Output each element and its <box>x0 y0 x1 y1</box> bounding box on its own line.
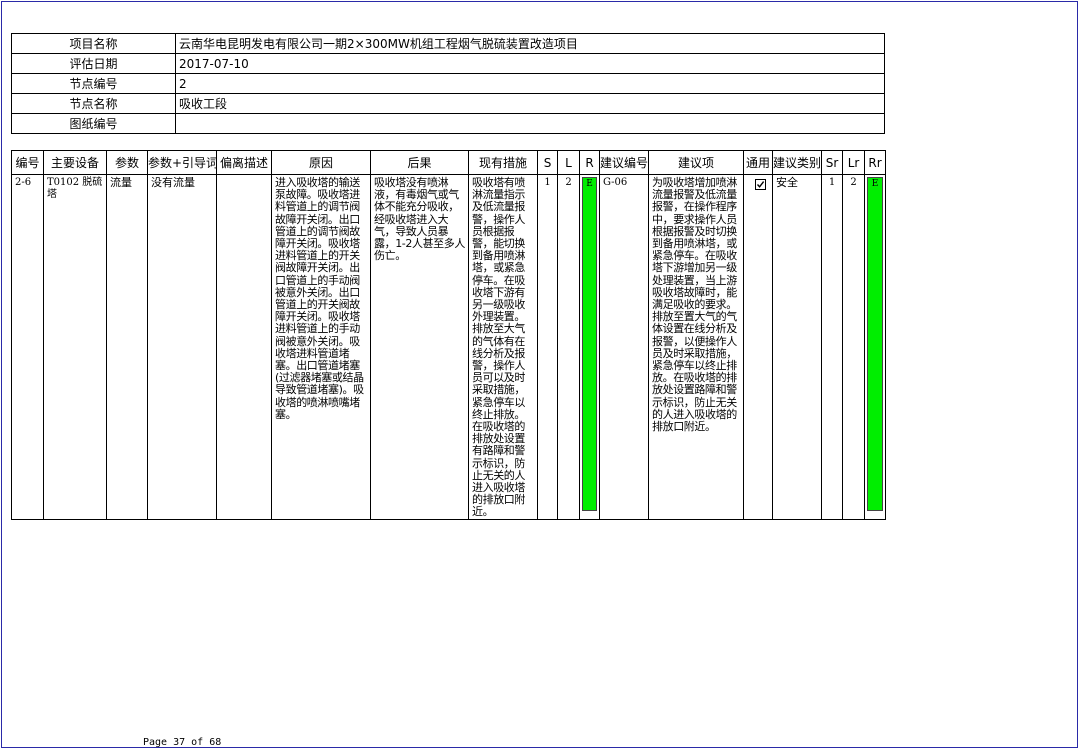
page-number: Page 37 of 68 <box>143 737 222 748</box>
cell-l: 2 <box>557 174 580 520</box>
col-header: 现有措施 <box>468 150 538 175</box>
col-header: 偏离描述 <box>216 150 272 175</box>
cell-sr: 1 <box>821 174 843 520</box>
info-value: 吸收工段 <box>175 93 885 114</box>
risk-level-badge: E <box>582 177 597 511</box>
table-row: 2-6 T0102 脱硫塔 流量 没有流量 进入吸收塔的输送泵故障。吸收塔进料管… <box>11 174 886 520</box>
col-header: Rr <box>864 150 886 175</box>
cell-guideword: 没有流量 <box>147 174 217 520</box>
cell-s: 1 <box>537 174 558 520</box>
info-row-node-number: 节点编号 2 <box>11 73 885 94</box>
col-header: L <box>557 150 580 175</box>
info-label: 评估日期 <box>11 53 176 74</box>
info-label: 图纸编号 <box>11 113 176 134</box>
cell-rr: E <box>864 174 886 520</box>
col-header: 主要设备 <box>43 150 107 175</box>
cell-measures: 吸收塔有喷淋流量指示及低流量报警，操作人员根据报警，能切换到备用喷淋塔，或紧急停… <box>468 174 538 520</box>
col-header: 建议编号 <box>599 150 649 175</box>
cell-r: E <box>579 174 600 520</box>
hazop-table: 编号 主要设备 参数 参数+引导词 偏离描述 原因 后果 现有措施 S L R … <box>11 150 886 520</box>
col-header: 原因 <box>271 150 371 175</box>
info-row-date: 评估日期 2017-07-10 <box>11 53 885 74</box>
col-header: 参数 <box>106 150 148 175</box>
info-label: 节点编号 <box>11 73 176 94</box>
info-label: 项目名称 <box>11 33 176 54</box>
cell-consequence: 吸收塔没有喷淋液，有毒烟气或气体不能充分吸收，经吸收塔进入大气，导致人员暴露，1… <box>370 174 469 520</box>
info-row-node-name: 节点名称 吸收工段 <box>11 93 885 114</box>
cell-category: 安全 <box>772 174 822 520</box>
cell-cause: 进入吸收塔的输送泵故障。吸收塔进料管道上的调节阀故障开关闭。出口管道上的调节阀故… <box>271 174 371 520</box>
checkmark-icon <box>756 181 765 188</box>
info-value <box>175 113 885 134</box>
col-header: 后果 <box>370 150 469 175</box>
col-header: 通用 <box>743 150 773 175</box>
cell-equipment: T0102 脱硫塔 <box>43 174 107 520</box>
info-value: 2 <box>175 73 885 94</box>
info-label: 节点名称 <box>11 93 176 114</box>
col-header: Lr <box>842 150 865 175</box>
project-info-table: 项目名称 云南华电昆明发电有限公司一期2×300MW机组工程烟气脱硫装置改造项目… <box>11 33 885 134</box>
cell-id: 2-6 <box>11 174 44 520</box>
cell-rec-no: G-06 <box>599 174 649 520</box>
cell-general <box>743 174 773 520</box>
col-header: 编号 <box>11 150 44 175</box>
col-header: 参数+引导词 <box>147 150 217 175</box>
info-row-drawing-number: 图纸编号 <box>11 113 885 134</box>
info-row-project-name: 项目名称 云南华电昆明发电有限公司一期2×300MW机组工程烟气脱硫装置改造项目 <box>11 33 885 54</box>
cell-recommendation: 为吸收塔增加喷淋流量报警及低流量报警，在操作程序中，要求操作人员根据报警及时切换… <box>648 174 744 520</box>
general-checkbox[interactable] <box>755 179 766 190</box>
col-header: Sr <box>821 150 843 175</box>
col-header: 建议项 <box>648 150 744 175</box>
col-header: 建议类别 <box>772 150 822 175</box>
col-header: R <box>579 150 600 175</box>
cell-lr: 2 <box>842 174 865 520</box>
cell-deviation <box>216 174 272 520</box>
table-header-row: 编号 主要设备 参数 参数+引导词 偏离描述 原因 后果 现有措施 S L R … <box>11 150 886 175</box>
col-header: S <box>537 150 558 175</box>
info-value: 云南华电昆明发电有限公司一期2×300MW机组工程烟气脱硫装置改造项目 <box>175 33 885 54</box>
cell-parameter: 流量 <box>106 174 148 520</box>
residual-risk-badge: E <box>867 177 883 511</box>
info-value: 2017-07-10 <box>175 53 885 74</box>
